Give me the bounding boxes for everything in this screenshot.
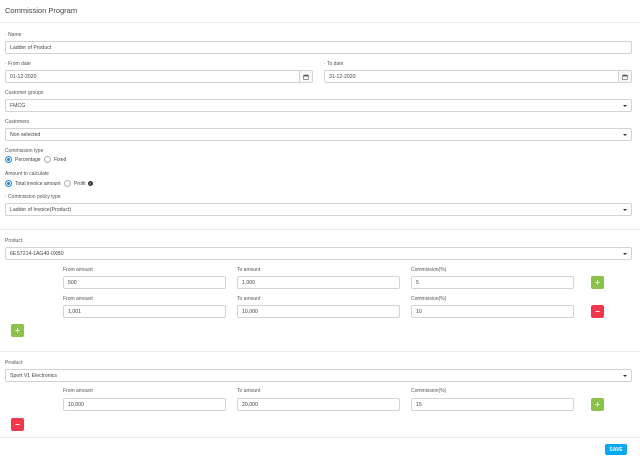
from-amount-label: From amount xyxy=(63,267,93,273)
question-circle-icon[interactable]: ? xyxy=(87,181,93,186)
radio-unselected-icon[interactable] xyxy=(64,180,71,187)
name-value: Ladder of Product xyxy=(10,44,52,51)
radio-percentage[interactable]: Percentage xyxy=(5,156,41,163)
customers-value: Non selected xyxy=(10,131,41,138)
from-date-value: 01-12-2020 xyxy=(10,73,37,80)
section-divider xyxy=(0,351,640,352)
remove-product-button[interactable]: − xyxy=(11,418,24,431)
product-select[interactable]: 6ES7214-1AG40-0XB0 xyxy=(5,247,632,260)
from-amount-value: 500 xyxy=(68,279,77,286)
radio-profit-label: Profit xyxy=(74,180,86,187)
to-amount-input[interactable]: 20,000 xyxy=(237,398,400,411)
customer-groups-label: Customer groups xyxy=(5,90,44,96)
to-amount-input[interactable]: 1,000 xyxy=(237,276,400,289)
product-value: 6ES7214-1AG40-0XB0 xyxy=(10,250,64,257)
commission-type-label: Commission type xyxy=(5,148,44,154)
product-label: Product xyxy=(5,238,23,244)
page-title: Commission Program xyxy=(5,6,78,15)
from-amount-value: 1,001 xyxy=(68,308,81,315)
radio-fixed[interactable]: Fixed xyxy=(44,156,66,163)
from-amount-input[interactable]: 1,001 xyxy=(63,305,226,318)
commission-input[interactable]: 5 xyxy=(411,276,574,289)
commission-value: 15 xyxy=(416,401,422,408)
save-button[interactable]: SAVE xyxy=(605,444,627,455)
commission-label: Commission(%) xyxy=(411,296,447,302)
customers-select[interactable]: Non selected xyxy=(5,128,632,141)
add-product-button[interactable]: + xyxy=(11,324,24,337)
from-amount-input[interactable]: 500 xyxy=(63,276,226,289)
commission-value: 10 xyxy=(416,308,422,315)
chevron-down-icon xyxy=(623,133,627,136)
calendar-icon[interactable] xyxy=(618,71,631,82)
from-amount-value: 10,000 xyxy=(68,401,84,408)
from-amount-label: From amount xyxy=(63,388,93,394)
policy-type-label: · Commission policy type xyxy=(5,194,61,200)
customer-groups-select[interactable]: FMCG xyxy=(5,99,632,112)
radio-total-invoice-label: Total invoice amount xyxy=(15,180,61,187)
chevron-down-icon xyxy=(623,104,627,107)
radio-total-invoice[interactable]: Total invoice amount xyxy=(5,180,61,187)
add-row-button[interactable]: + xyxy=(591,276,604,289)
section-divider xyxy=(0,229,640,230)
policy-type-value: Ladder of Invoice(Product) xyxy=(10,206,72,213)
commission-value: 5 xyxy=(416,279,419,286)
commission-label: Commission(%) xyxy=(411,388,447,394)
header-divider xyxy=(0,22,640,23)
radio-percentage-label: Percentage xyxy=(15,156,41,163)
name-label: · Name xyxy=(5,32,22,38)
from-date-label: · From date xyxy=(5,61,31,67)
chevron-down-icon xyxy=(623,374,627,377)
add-row-button[interactable]: + xyxy=(591,398,604,411)
to-amount-label: To amount xyxy=(237,267,261,273)
to-amount-value: 10,000 xyxy=(242,308,258,315)
to-amount-value: 1,000 xyxy=(242,279,255,286)
radio-selected-icon[interactable] xyxy=(5,180,12,187)
commission-label: Commission(%) xyxy=(411,267,447,273)
product-label: Product xyxy=(5,360,23,366)
policy-type-select[interactable]: Ladder of Invoice(Product) xyxy=(5,203,632,216)
radio-unselected-icon[interactable] xyxy=(44,156,51,163)
radio-fixed-label: Fixed xyxy=(54,156,67,163)
from-date-input[interactable]: 01-12-2020 xyxy=(5,70,313,83)
customer-groups-value: FMCG xyxy=(10,102,26,109)
radio-selected-icon[interactable] xyxy=(5,156,12,163)
to-date-value: 31-12-2020 xyxy=(329,73,356,80)
customers-label: Customers xyxy=(5,119,30,125)
commission-input[interactable]: 10 xyxy=(411,305,574,318)
to-amount-value: 20,000 xyxy=(242,401,258,408)
calendar-icon[interactable] xyxy=(299,71,312,82)
remove-row-button[interactable]: − xyxy=(591,305,604,318)
radio-profit[interactable]: Profit ? xyxy=(64,180,93,187)
chevron-down-icon xyxy=(623,208,627,211)
name-input[interactable]: Ladder of Product xyxy=(5,41,632,54)
product-select[interactable]: Sport V1 Electronics xyxy=(5,369,632,382)
footer-divider xyxy=(0,437,640,438)
from-amount-input[interactable]: 10,000 xyxy=(63,398,226,411)
to-date-input[interactable]: 31-12-2020 xyxy=(324,70,632,83)
to-amount-input[interactable]: 10,000 xyxy=(237,305,400,318)
amount-label: Amount to calculate xyxy=(5,171,49,177)
from-amount-label: From amount xyxy=(63,296,93,302)
commission-input[interactable]: 15 xyxy=(411,398,574,411)
to-date-label: · To date xyxy=(324,61,344,67)
to-amount-label: To amount xyxy=(237,388,261,394)
product-value: Sport V1 Electronics xyxy=(10,372,57,379)
to-amount-label: To amount xyxy=(237,296,261,302)
chevron-down-icon xyxy=(623,252,627,255)
